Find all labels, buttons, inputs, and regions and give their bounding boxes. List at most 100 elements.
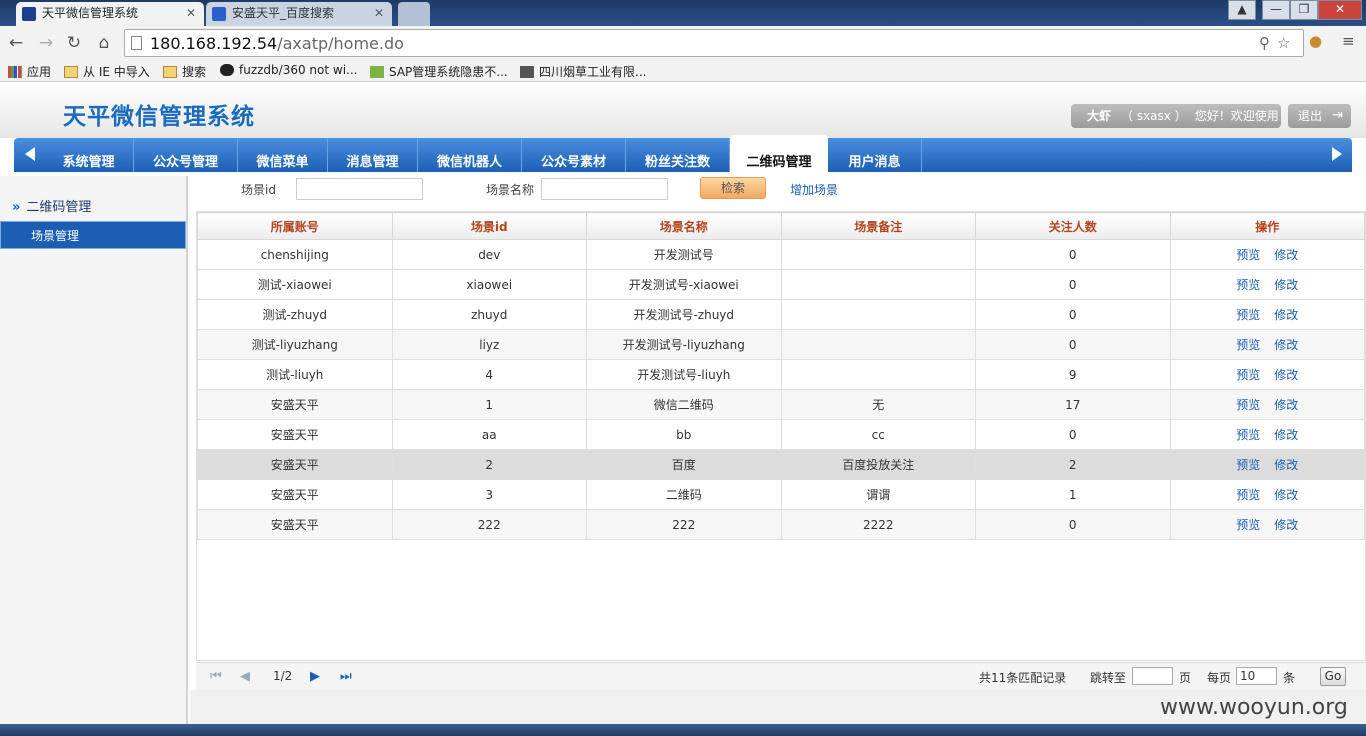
cell-account: 测试-liuyh [197,359,393,390]
add-scene-link[interactable]: 增加场景 [790,181,838,198]
window-close-icon[interactable]: ✕ [1318,0,1362,20]
url-input[interactable]: 180.168.192.54/axatp/home.do ⚲ ☆ [124,29,1304,57]
home-icon[interactable]: ⌂ [94,33,114,53]
user-profile-icon[interactable]: ▲ [1228,0,1256,20]
data-table: 所属账号 场景id 场景名称 场景备注 关注人数 操作 chenshijing d… [197,212,1365,540]
nav-item-account[interactable]: 公众号管理 [134,138,238,172]
edit-link[interactable]: 修改 [1274,398,1298,412]
preview-link[interactable]: 预览 [1236,398,1260,412]
nav-scroll-right-icon[interactable] [1332,147,1342,161]
nav-item-message[interactable]: 消息管理 [328,138,418,172]
col-followers[interactable]: 关注人数 [975,212,1171,240]
minimize-icon[interactable]: — [1262,0,1290,20]
scene-id-input[interactable] [296,178,423,200]
bookmark-sap[interactable]: SAP管理系统隐患不... [370,63,508,80]
edit-link[interactable]: 修改 [1274,458,1298,472]
bookmark-folder-ie[interactable]: 从 IE 中导入 [64,63,150,80]
edit-link[interactable]: 修改 [1274,278,1298,292]
cookie-extension-icon[interactable]: ● [1309,32,1322,50]
nav-item-qrcode[interactable]: 二维码管理 [730,135,828,172]
nav-item-fans[interactable]: 粉丝关注数 [626,138,730,172]
user-info: 大虾 （ sxasx ） 您好！欢迎使用 [1071,104,1281,128]
first-page-icon[interactable]: ⏮ [210,669,222,684]
back-arrow-icon[interactable]: ← [6,33,26,53]
table-row: 安盛天平 2 百度 百度投放关注 2 预览 修改 [197,449,1365,480]
bookmark-sichuan[interactable]: 四川烟草工业有限... [520,63,646,80]
main-nav: 系统管理 公众号管理 微信菜单 消息管理 微信机器人 公众号素材 粉丝关注数 二… [14,135,1352,172]
nav-item-material[interactable]: 公众号素材 [522,138,626,172]
bookmark-folder-search[interactable]: 搜索 [163,63,206,80]
new-tab-button[interactable] [398,2,430,26]
table-row: 安盛天平 3 二维码 谓谓 1 预览 修改 [197,479,1365,510]
preview-link[interactable]: 预览 [1236,338,1260,352]
edit-link[interactable]: 修改 [1274,368,1298,382]
bookmark-apps[interactable]: 应用 [8,63,51,80]
nav-item-robot[interactable]: 微信机器人 [418,138,522,172]
jump-page-input[interactable] [1132,667,1173,685]
search-button[interactable]: 检索 [700,177,766,199]
per-page-input[interactable]: 10 [1236,667,1277,685]
menu-icon[interactable]: ≡ [1342,32,1355,50]
nav-item-system[interactable]: 系统管理 [44,138,134,172]
app-header: 天平微信管理系统 大虾 （ sxasx ） 您好！欢迎使用 退出 ⇥ [0,82,1366,138]
sidebar-group-qrcode[interactable]: » 二维码管理 [0,196,186,220]
nav-item-user-message[interactable]: 用户消息 [828,138,922,172]
browser-tab-active[interactable]: 天平微信管理系统 ✕ [16,2,204,26]
cell-actions: 预览 修改 [1169,239,1365,270]
folder-icon [163,66,177,78]
cell-account: 测试-liyuzhang [197,329,393,360]
last-page-icon[interactable]: ⏭ [340,669,352,684]
forward-arrow-icon[interactable]: → [36,33,56,53]
cell-followers: 1 [975,479,1171,510]
cell-scene-id: 2 [391,449,587,480]
cell-actions: 预览 修改 [1169,269,1365,300]
prev-page-icon[interactable]: ◀ [240,669,250,684]
pagination: ⏮ ◀ 1/2 ▶ ⏭ 共11条匹配记录 跳转至 页 每页 10 条 Go [196,662,1366,690]
preview-link[interactable]: 预览 [1236,458,1260,472]
sidebar-item-scene[interactable]: 场景管理 [0,221,186,249]
reload-icon[interactable]: ↻ [64,33,84,53]
cell-scene-id: aa [391,419,587,450]
col-account[interactable]: 所属账号 [197,212,393,240]
next-page-icon[interactable]: ▶ [310,669,320,684]
nav-scroll-left-icon[interactable] [25,147,35,161]
cell-scene-id: 3 [391,479,587,510]
edit-link[interactable]: 修改 [1274,488,1298,502]
cell-followers: 9 [975,359,1171,390]
page-unit: 页 [1179,671,1192,685]
edit-link[interactable]: 修改 [1274,428,1298,442]
preview-link[interactable]: 预览 [1236,308,1260,322]
preview-link[interactable]: 预览 [1236,488,1260,502]
cell-scene-name: 开发测试号-liuyh [586,359,782,390]
col-scene-id[interactable]: 场景id [391,212,587,240]
cell-scene-remark: 2222 [780,509,976,540]
preview-link[interactable]: 预览 [1236,278,1260,292]
tab-close-icon[interactable]: ✕ [186,2,196,24]
nav-item-menu[interactable]: 微信菜单 [238,138,328,172]
preview-link[interactable]: 预览 [1236,248,1260,262]
edit-link[interactable]: 修改 [1274,338,1298,352]
col-scene-remark[interactable]: 场景备注 [780,212,976,240]
bookmark-fuzzdb[interactable]: fuzzdb/360 not wi... [220,63,357,77]
per-page-label: 每页 [1207,671,1232,685]
bookmark-star-icon[interactable]: ☆ [1277,34,1290,52]
maximize-icon[interactable]: ❐ [1290,0,1318,20]
browser-tab-baidu[interactable]: 安盛天平_百度搜索 ✕ [206,2,392,26]
edit-link[interactable]: 修改 [1274,518,1298,532]
github-icon [220,64,234,76]
preview-link[interactable]: 预览 [1236,368,1260,382]
pin-icon[interactable]: ⚲ [1259,34,1270,52]
cell-followers: 0 [975,329,1171,360]
cell-scene-id: dev [391,239,587,270]
scene-name-input[interactable] [541,178,668,200]
preview-link[interactable]: 预览 [1236,428,1260,442]
edit-link[interactable]: 修改 [1274,248,1298,262]
edit-link[interactable]: 修改 [1274,308,1298,322]
cell-actions: 预览 修改 [1169,449,1365,480]
tab-close-icon[interactable]: ✕ [374,2,384,24]
preview-link[interactable]: 预览 [1236,518,1260,532]
scene-name-label: 场景名称 [486,183,535,197]
go-button[interactable]: Go [1320,667,1346,686]
logout-button[interactable]: 退出 ⇥ [1288,104,1351,128]
col-scene-name[interactable]: 场景名称 [586,212,782,240]
